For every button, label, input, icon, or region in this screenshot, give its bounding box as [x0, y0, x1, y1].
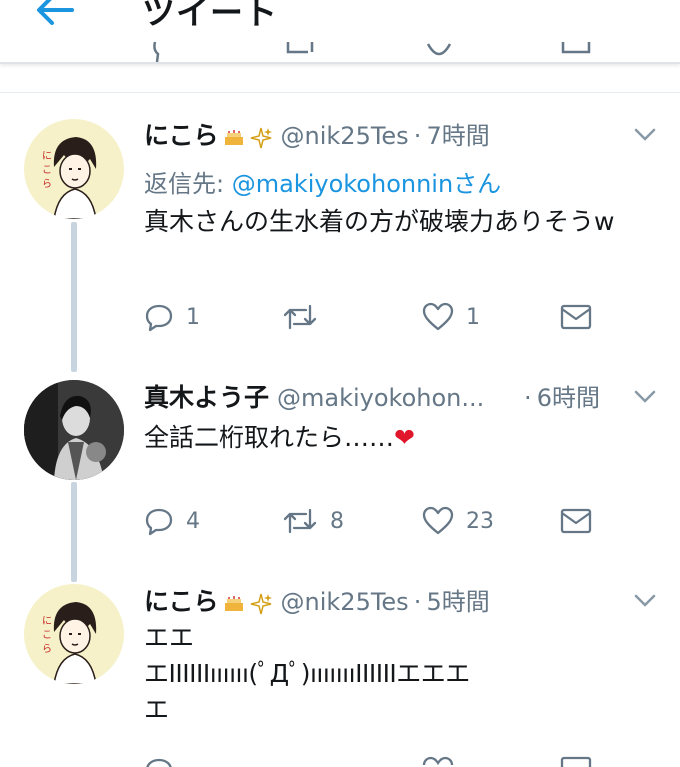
- display-name[interactable]: にこら: [144, 121, 219, 150]
- chevron-down-icon[interactable]: [634, 128, 656, 142]
- sparkles-emoji-icon: [249, 126, 273, 154]
- tweet-text: 真木さんの生水着の方が破壊力ありそうw: [144, 207, 615, 236]
- user-handle[interactable]: @makiyokohon...: [277, 384, 484, 412]
- retweet-icon: [283, 304, 317, 330]
- user-handle[interactable]: @nik25Tes: [281, 588, 409, 616]
- anime-avatar-icon: に こ ら: [42, 602, 97, 684]
- like-icon[interactable]: [422, 756, 454, 767]
- message-icon: [560, 508, 592, 534]
- reply-button[interactable]: 1: [144, 300, 200, 334]
- svg-text:こ: こ: [42, 165, 52, 176]
- timestamp[interactable]: 6時間: [537, 384, 600, 412]
- tweet[interactable]: 真木よう子 @makiyokohon... · 6時間 全話二桁取れたら……❤ 4…: [0, 364, 680, 584]
- svg-text:に: に: [42, 615, 52, 627]
- separator-dot: ·: [413, 588, 422, 616]
- reply-icon: [145, 304, 173, 332]
- divider: [0, 92, 680, 93]
- retweet-button[interactable]: 8: [282, 504, 344, 538]
- back-arrow-icon[interactable]: [32, 0, 76, 28]
- display-name[interactable]: 真木よう子: [144, 383, 269, 412]
- like-icon: [422, 302, 454, 331]
- tweet-text-line: エ: [144, 695, 170, 724]
- reply-count: 4: [186, 508, 200, 534]
- thread-line: [71, 222, 77, 372]
- cake-emoji-icon: [223, 593, 245, 619]
- retweet-icon[interactable]: [282, 40, 318, 64]
- reply-icon: [145, 508, 173, 536]
- svg-text:に: に: [42, 150, 52, 162]
- portrait-avatar-icon: [24, 380, 124, 480]
- tweet-time: · 6時間: [524, 378, 600, 413]
- tweet[interactable]: に こ ら にこら @nik25Tes · 5時間 エエ エIIIIIIııııı…: [0, 584, 680, 767]
- reply-button[interactable]: 4: [144, 504, 200, 538]
- red-heart-emoji-icon: ❤: [394, 423, 415, 452]
- reply-to-label: 返信先:: [144, 170, 232, 198]
- svg-text:ら: ら: [42, 643, 52, 655]
- svg-text:ら: ら: [42, 178, 52, 190]
- separator-dot: ·: [524, 384, 532, 412]
- tweet-actions-partial: [144, 756, 624, 767]
- like-button[interactable]: 23: [422, 504, 494, 538]
- message-icon: [560, 304, 592, 330]
- display-name[interactable]: にこら: [144, 587, 219, 616]
- retweet-button[interactable]: [282, 300, 330, 334]
- retweet-icon: [283, 508, 317, 534]
- tweet-header: にこら @nik25Tes · 5時間: [144, 582, 490, 620]
- like-count: 1: [466, 304, 480, 330]
- separator-dot: ·: [413, 122, 422, 150]
- tweet-actions: 1 1: [144, 300, 624, 334]
- reply-count: 1: [186, 304, 200, 330]
- tweet-text: 全話二桁取れたら……❤: [144, 420, 644, 456]
- direct-message-button[interactable]: [560, 504, 592, 538]
- reply-to-line: 返信先: @makiyokohonninさん: [144, 164, 501, 199]
- retweet-count: 8: [330, 508, 344, 534]
- like-icon: [422, 506, 454, 535]
- cake-emoji-icon: [223, 127, 245, 153]
- timestamp[interactable]: 7時間: [427, 122, 490, 150]
- anime-avatar-icon: に こ ら: [42, 137, 97, 219]
- timestamp[interactable]: 5時間: [427, 588, 490, 616]
- chevron-down-icon[interactable]: [634, 390, 656, 404]
- svg-text:こ: こ: [42, 630, 52, 641]
- like-count: 23: [466, 508, 494, 534]
- avatar[interactable]: [24, 380, 124, 480]
- tweet-text-line: エIIIIIIıııııı(ﾟДﾟ)ıııııııIIIIIIエエエ: [144, 659, 470, 688]
- reply-icon[interactable]: [150, 40, 180, 64]
- avatar[interactable]: に こ ら: [24, 584, 124, 684]
- tweet-text-content: 全話二桁取れたら……: [144, 423, 395, 452]
- tweet-header: 真木よう子 @makiyokohon...: [144, 378, 484, 414]
- chevron-down-icon[interactable]: [634, 594, 656, 608]
- page-title: ツイート: [142, 0, 278, 32]
- message-icon[interactable]: [560, 756, 592, 767]
- tweet-header: にこら @nik25Tes · 7時間: [144, 116, 490, 154]
- tweet[interactable]: に こ ら にこら @nik25Tes · 7時間 返信先: @makiyokoh…: [0, 94, 680, 372]
- like-icon[interactable]: [424, 40, 454, 64]
- tweet-text: エエ エIIIIIIıııııı(ﾟДﾟ)ıııııııIIIIIIエエエ エ: [144, 620, 654, 728]
- tweet-text-line: エエ: [144, 623, 195, 652]
- thread-line: [71, 482, 77, 582]
- user-handle[interactable]: @nik25Tes: [281, 122, 409, 150]
- reply-icon[interactable]: [144, 756, 174, 767]
- direct-message-button[interactable]: [560, 300, 592, 334]
- like-button[interactable]: 1: [422, 300, 480, 334]
- sparkles-emoji-icon: [249, 592, 273, 620]
- top-bar: ツイート: [0, 0, 680, 64]
- reply-to-handle[interactable]: @makiyokohonninさん: [232, 170, 501, 198]
- message-icon[interactable]: [560, 40, 592, 64]
- avatar[interactable]: に こ ら: [24, 119, 124, 219]
- tweet-actions: 4 8 23: [144, 504, 624, 538]
- previous-tweet-actions: [0, 40, 680, 64]
